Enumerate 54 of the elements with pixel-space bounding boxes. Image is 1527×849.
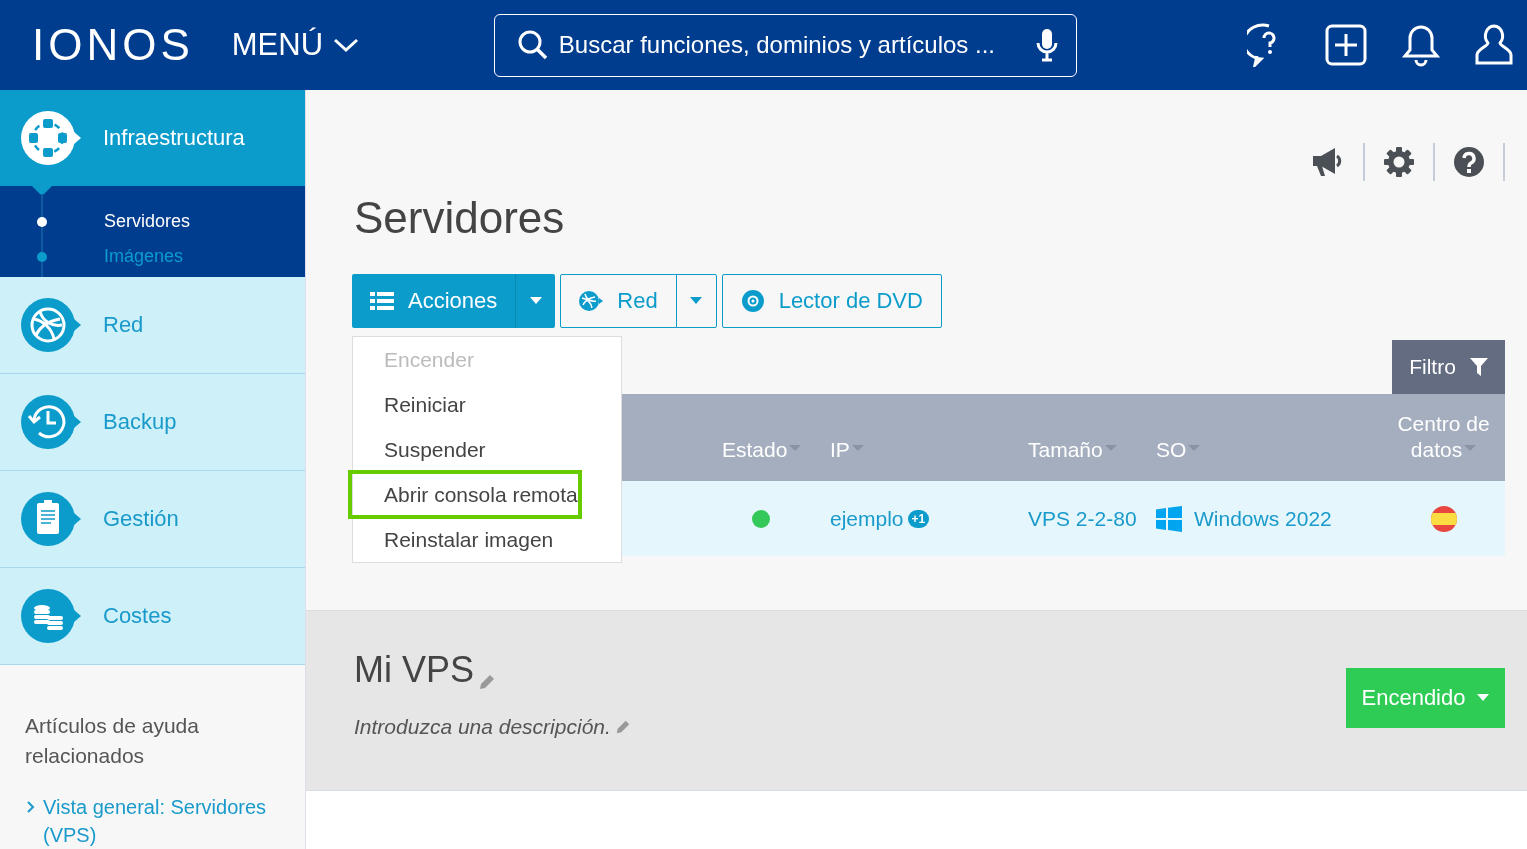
section-icon	[20, 491, 82, 547]
search-field[interactable]: Buscar funciones, dominios y artículos ...	[556, 30, 1028, 60]
microphone-icon[interactable]	[1035, 28, 1058, 62]
description: Introduzca una descripción.	[354, 715, 611, 739]
sidebar-item[interactable]: Backup	[0, 374, 305, 471]
network-icon	[579, 290, 604, 312]
caret-icon	[1477, 694, 1490, 702]
bell-icon[interactable]	[1401, 23, 1441, 67]
chevron-down-icon	[333, 37, 360, 53]
column-header[interactable]: SO	[1156, 438, 1382, 481]
search-icon	[516, 29, 549, 61]
submenu-item[interactable]: Imágenes	[104, 246, 184, 267]
user-icon[interactable]	[1475, 23, 1513, 67]
search-bar[interactable]: Buscar funciones, dominios y artículos ...	[493, 13, 1077, 77]
caret-icon	[690, 297, 703, 305]
settings-icon[interactable]	[1383, 146, 1415, 178]
toolbar-button[interactable]: Lector de DVD	[722, 275, 941, 327]
list-icon	[370, 291, 394, 311]
column-header[interactable]: IP	[830, 438, 1028, 481]
column-header[interactable]: Tamaño	[1028, 438, 1156, 481]
filter-icon	[1469, 357, 1488, 377]
menu-item[interactable]: Reiniciar	[353, 382, 621, 427]
column-header[interactable]: Estado	[722, 438, 830, 481]
add-icon[interactable]	[1325, 24, 1367, 66]
menu-item[interactable]: Abrir consola remota	[350, 472, 580, 517]
column-header[interactable]: Centro de datos	[1382, 411, 1505, 481]
count-badge: +1	[907, 509, 930, 528]
logo[interactable]: IONOS	[32, 20, 198, 70]
table-cell: VPS 2-2-80	[1028, 506, 1137, 531]
sidebar-item[interactable]: Gestión	[0, 471, 305, 568]
help-heading: Artículos de ayuda relacionados	[25, 713, 200, 769]
section-icon	[20, 394, 82, 450]
disc-icon	[740, 289, 765, 313]
sidebar-item[interactable]: Infraestructura	[0, 90, 305, 186]
page-title: Servidores	[354, 192, 566, 244]
table-cell: Windows 2022	[1194, 506, 1332, 531]
ip-link[interactable]: ejemplo	[830, 506, 904, 531]
sidebar-item[interactable]: Red	[0, 277, 305, 374]
caret-icon	[529, 297, 542, 305]
power-button[interactable]: Encendido	[1346, 668, 1505, 728]
menu-button[interactable]: MENÚ	[231, 27, 494, 63]
help-icon[interactable]	[1453, 146, 1485, 178]
sidebar-item[interactable]: Costes	[0, 568, 305, 665]
filter-button[interactable]: Filtro	[1392, 340, 1505, 394]
chevron-right-icon	[25, 799, 37, 815]
windows-icon	[1156, 505, 1182, 532]
server-name: Mi VPS	[354, 649, 475, 691]
help-link[interactable]: Vista general: Servidores (VPS)	[43, 793, 273, 849]
section-icon	[20, 110, 82, 166]
section-icon	[20, 297, 82, 353]
menu-item[interactable]: Reinstalar imagen	[353, 517, 621, 562]
section-icon	[20, 588, 82, 644]
submenu-item[interactable]: Servidores	[104, 211, 191, 232]
menu-item[interactable]: Suspender	[353, 427, 621, 472]
